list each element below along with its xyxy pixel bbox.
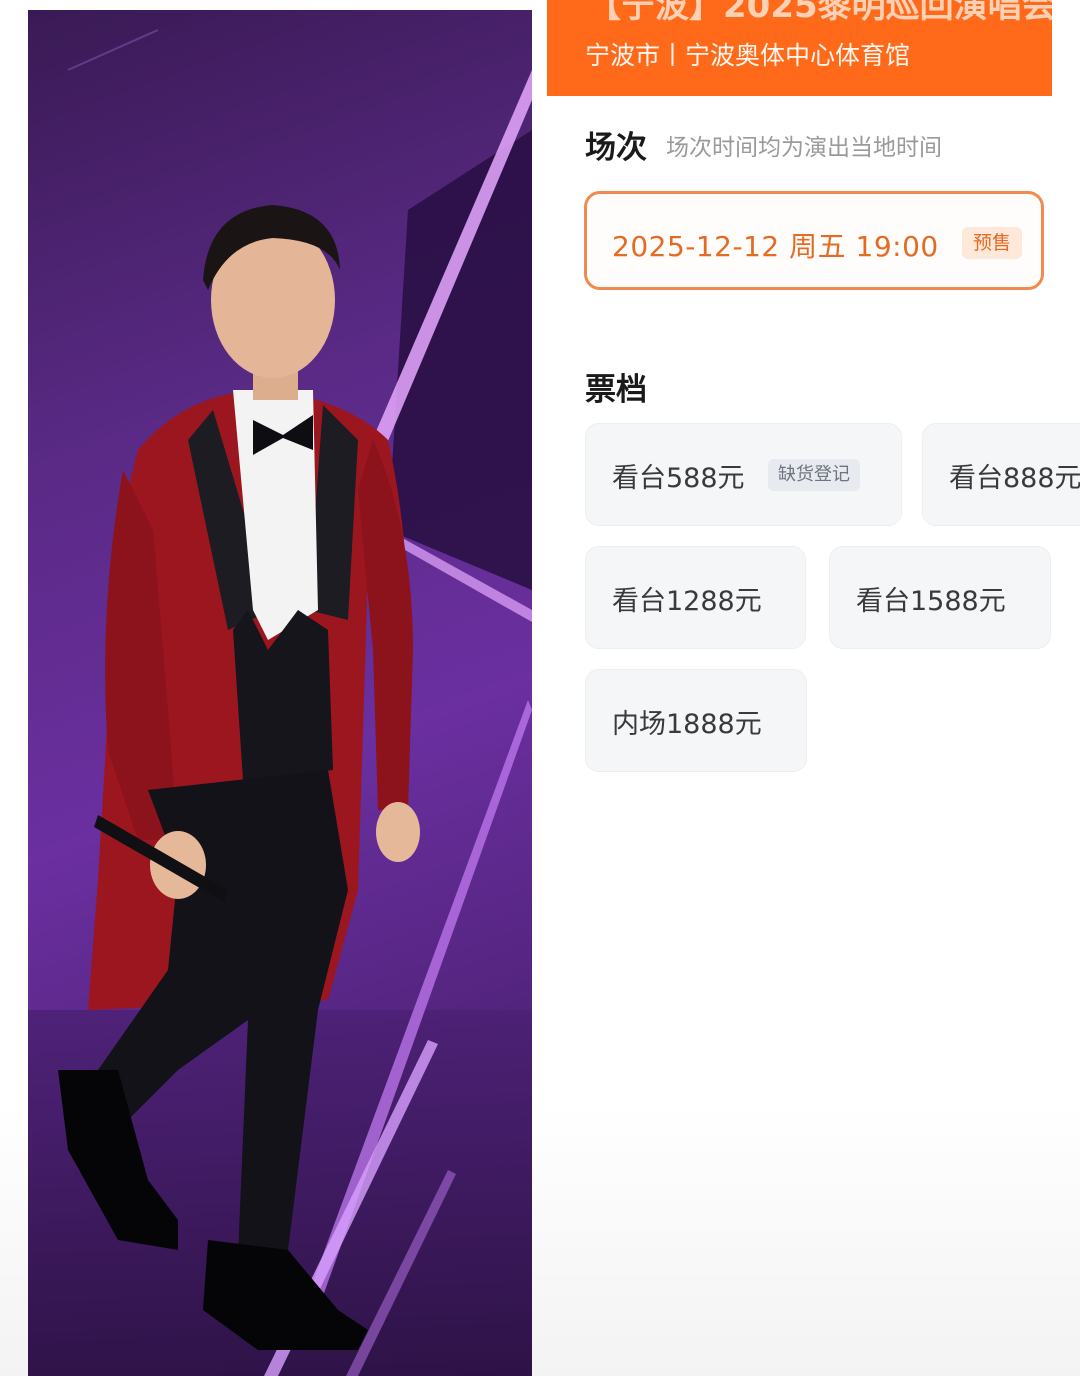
presale-badge: 预售 (962, 227, 1022, 259)
session-note: 场次时间均为演出当地时间 (666, 135, 942, 161)
tier-label: 看台1588元 (856, 586, 1006, 617)
event-venue: 宁波市丨宁波奥体中心体育馆 (585, 41, 911, 70)
tier-heading: 票档 (585, 372, 647, 408)
waitlist-tag: 缺货登记 (768, 459, 860, 491)
session-option[interactable]: 2025-12-12 周五 19:00 预售 (584, 191, 1044, 290)
tier-label: 看台1288元 (612, 586, 762, 617)
tier-label: 看台588元 (612, 463, 745, 494)
tier-option[interactable]: 看台888元 (922, 423, 1080, 526)
session-heading: 场次 (585, 130, 647, 166)
tier-option[interactable]: 看台588元 缺货登记 (585, 423, 902, 526)
tier-option[interactable]: 看台1588元 (829, 546, 1051, 649)
performer-photo (28, 10, 532, 1376)
event-banner: 【宁波】2025黎明巡回演唱会 宁波市丨宁波奥体中心体育馆 (547, 0, 1052, 96)
tier-label: 看台888元 (949, 463, 1080, 494)
event-title: 【宁波】2025黎明巡回演唱会 (587, 0, 1052, 26)
tier-option[interactable]: 看台1288元 (585, 546, 806, 649)
tier-option[interactable]: 内场1888元 (585, 669, 807, 772)
session-date: 2025-12-12 周五 19:00 (612, 230, 939, 263)
tier-label: 内场1888元 (612, 709, 762, 740)
screenshot: 【宁波】2025黎明巡回演唱会 宁波市丨宁波奥体中心体育馆 场次 场次时间均为演… (0, 0, 1080, 1376)
